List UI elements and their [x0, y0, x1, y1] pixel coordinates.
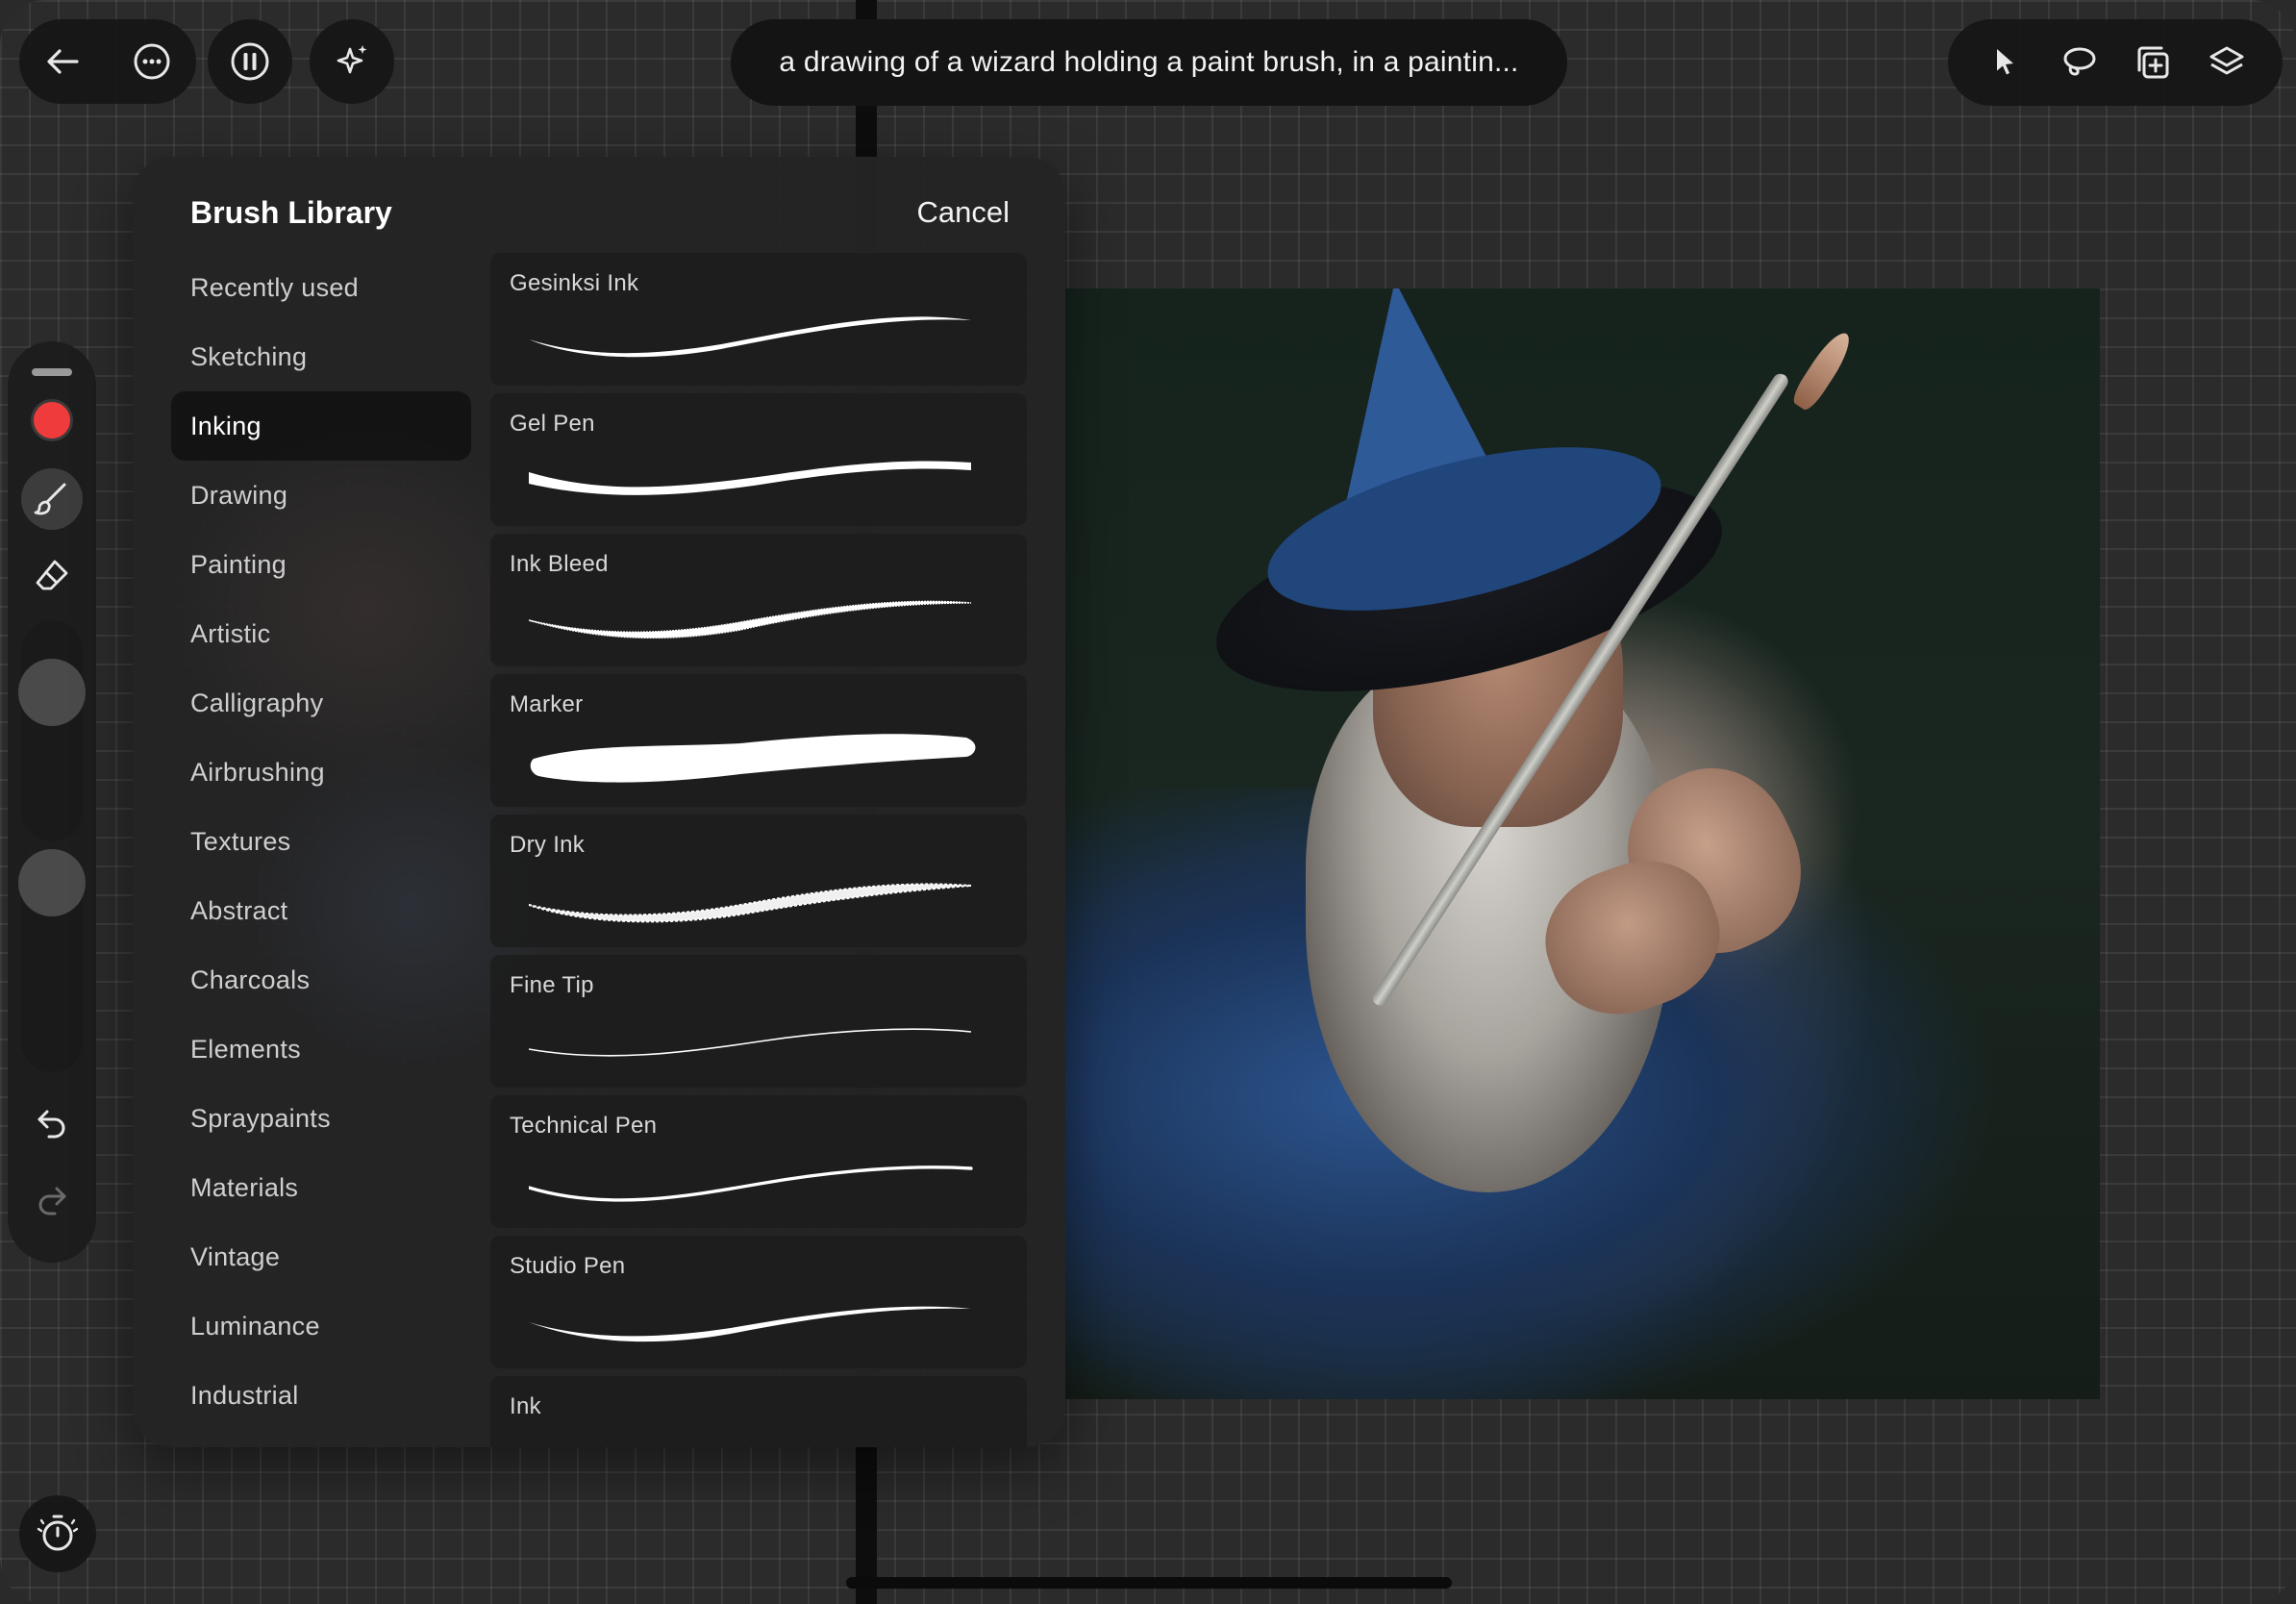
- eraser-icon: [36, 560, 68, 590]
- category-materials[interactable]: Materials: [171, 1153, 471, 1222]
- category-recently-used[interactable]: Recently used: [171, 253, 471, 322]
- brush-stroke-preview: [529, 461, 971, 495]
- category-charcoals[interactable]: Charcoals: [171, 945, 471, 1015]
- brush-name: Ink Bleed: [510, 551, 609, 577]
- brush-item-dry-ink[interactable]: Dry Ink: [490, 815, 1027, 947]
- brush-name: Dry Ink: [510, 832, 586, 858]
- app-screen: a drawing of a wizard holding a paint br…: [0, 0, 2296, 1604]
- category-sketching[interactable]: Sketching: [171, 322, 471, 391]
- brush-library-panel: Brush Library Cancel Recently used Sketc…: [133, 157, 1065, 1447]
- add-layer-icon[interactable]: [2124, 34, 2182, 91]
- brush-item-studio-pen[interactable]: Studio Pen: [490, 1236, 1027, 1368]
- brush-stroke-preview: [529, 600, 972, 639]
- brush-stroke-preview: [529, 316, 971, 358]
- brush-stroke-preview: [529, 1165, 973, 1202]
- category-drawing[interactable]: Drawing: [171, 461, 471, 530]
- category-luminance[interactable]: Luminance: [171, 1291, 471, 1361]
- home-indicator[interactable]: [846, 1577, 1452, 1589]
- brush-stroke-preview: [529, 883, 972, 923]
- sidebar-drag-handle[interactable]: [32, 368, 72, 376]
- category-calligraphy[interactable]: Calligraphy: [171, 668, 471, 738]
- brush-name: Gesinksi Ink: [510, 270, 639, 296]
- category-painting[interactable]: Painting: [171, 530, 471, 599]
- layers-icon[interactable]: [2198, 34, 2256, 91]
- category-abstract[interactable]: Abstract: [171, 876, 471, 945]
- undo-icon: [37, 1110, 65, 1139]
- timer-icon: [37, 1515, 79, 1551]
- brush-item-fine-tip[interactable]: Fine Tip: [490, 955, 1027, 1088]
- brush-item-ink-bleed[interactable]: Ink Bleed: [490, 534, 1027, 666]
- category-textures[interactable]: Textures: [171, 807, 471, 876]
- brush-stroke-preview: [529, 1028, 972, 1057]
- brush-stroke-preview: [529, 1306, 971, 1342]
- panel-title: Brush Library: [190, 195, 392, 230]
- category-spraypaints[interactable]: Spraypaints: [171, 1084, 471, 1153]
- brush-size-slider[interactable]: [18, 620, 86, 841]
- pause-icon: [221, 33, 279, 90]
- toolbar-right-group: [1948, 19, 2283, 106]
- brush-stroke-preview: [530, 734, 976, 783]
- brush-opacity-knob[interactable]: [18, 849, 86, 916]
- sparkle-icon: [323, 33, 381, 90]
- brush-name: Technical Pen: [510, 1113, 658, 1139]
- brush-item-technical-pen[interactable]: Technical Pen: [490, 1095, 1027, 1228]
- toolbar-left-group: [19, 19, 196, 104]
- category-vintage[interactable]: Vintage: [171, 1222, 471, 1291]
- lasso-icon[interactable]: [2050, 34, 2108, 91]
- tool-sidebar: [8, 341, 96, 1263]
- category-industrial[interactable]: Industrial: [171, 1361, 471, 1430]
- ai-sparkle-button[interactable]: [310, 19, 394, 104]
- brush-item-gel-pen[interactable]: Gel Pen: [490, 393, 1027, 526]
- category-elements[interactable]: Elements: [171, 1015, 471, 1084]
- brush-name: Marker: [510, 691, 584, 717]
- redo-icon: [38, 1187, 66, 1216]
- brush-item-ink[interactable]: Ink: [490, 1376, 1027, 1447]
- brush-name: Ink: [510, 1393, 541, 1419]
- prompt-field[interactable]: a drawing of a wizard holding a paint br…: [731, 19, 1567, 106]
- timelapse-button[interactable]: [19, 1495, 96, 1572]
- eraser-tool-button[interactable]: [21, 545, 83, 607]
- prompt-text: a drawing of a wizard holding a paint br…: [779, 46, 1519, 78]
- color-swatch[interactable]: [31, 399, 73, 441]
- brush-opacity-slider[interactable]: [18, 849, 86, 1072]
- cancel-button[interactable]: Cancel: [917, 195, 1011, 230]
- canvas-artwork[interactable]: [1065, 288, 2100, 1399]
- paintbrush-icon: [34, 483, 66, 515]
- pause-button[interactable]: [208, 19, 292, 104]
- brush-category-list: Recently used Sketching Inking Drawing P…: [171, 253, 471, 1430]
- undo-button[interactable]: [21, 1091, 83, 1153]
- category-artistic[interactable]: Artistic: [171, 599, 471, 668]
- redo-button[interactable]: [21, 1168, 83, 1230]
- more-options-icon[interactable]: [123, 33, 181, 90]
- brush-stroke-preview: [529, 1424, 981, 1447]
- brush-name: Studio Pen: [510, 1253, 626, 1279]
- category-inking[interactable]: Inking: [171, 391, 471, 461]
- select-pointer-icon[interactable]: [1976, 34, 2034, 91]
- brush-size-knob[interactable]: [18, 659, 86, 726]
- back-arrow-icon[interactable]: [35, 33, 92, 90]
- category-airbrushing[interactable]: Airbrushing: [171, 738, 471, 807]
- brush-name: Fine Tip: [510, 972, 594, 998]
- brush-item-marker[interactable]: Marker: [490, 674, 1027, 807]
- brush-list: Gesinksi Ink Gel Pen Ink Bleed Marker Dr…: [490, 253, 1027, 1447]
- brush-name: Gel Pen: [510, 411, 595, 437]
- brush-item-gesinksi-ink[interactable]: Gesinksi Ink: [490, 253, 1027, 386]
- brush-tool-button[interactable]: [21, 468, 83, 530]
